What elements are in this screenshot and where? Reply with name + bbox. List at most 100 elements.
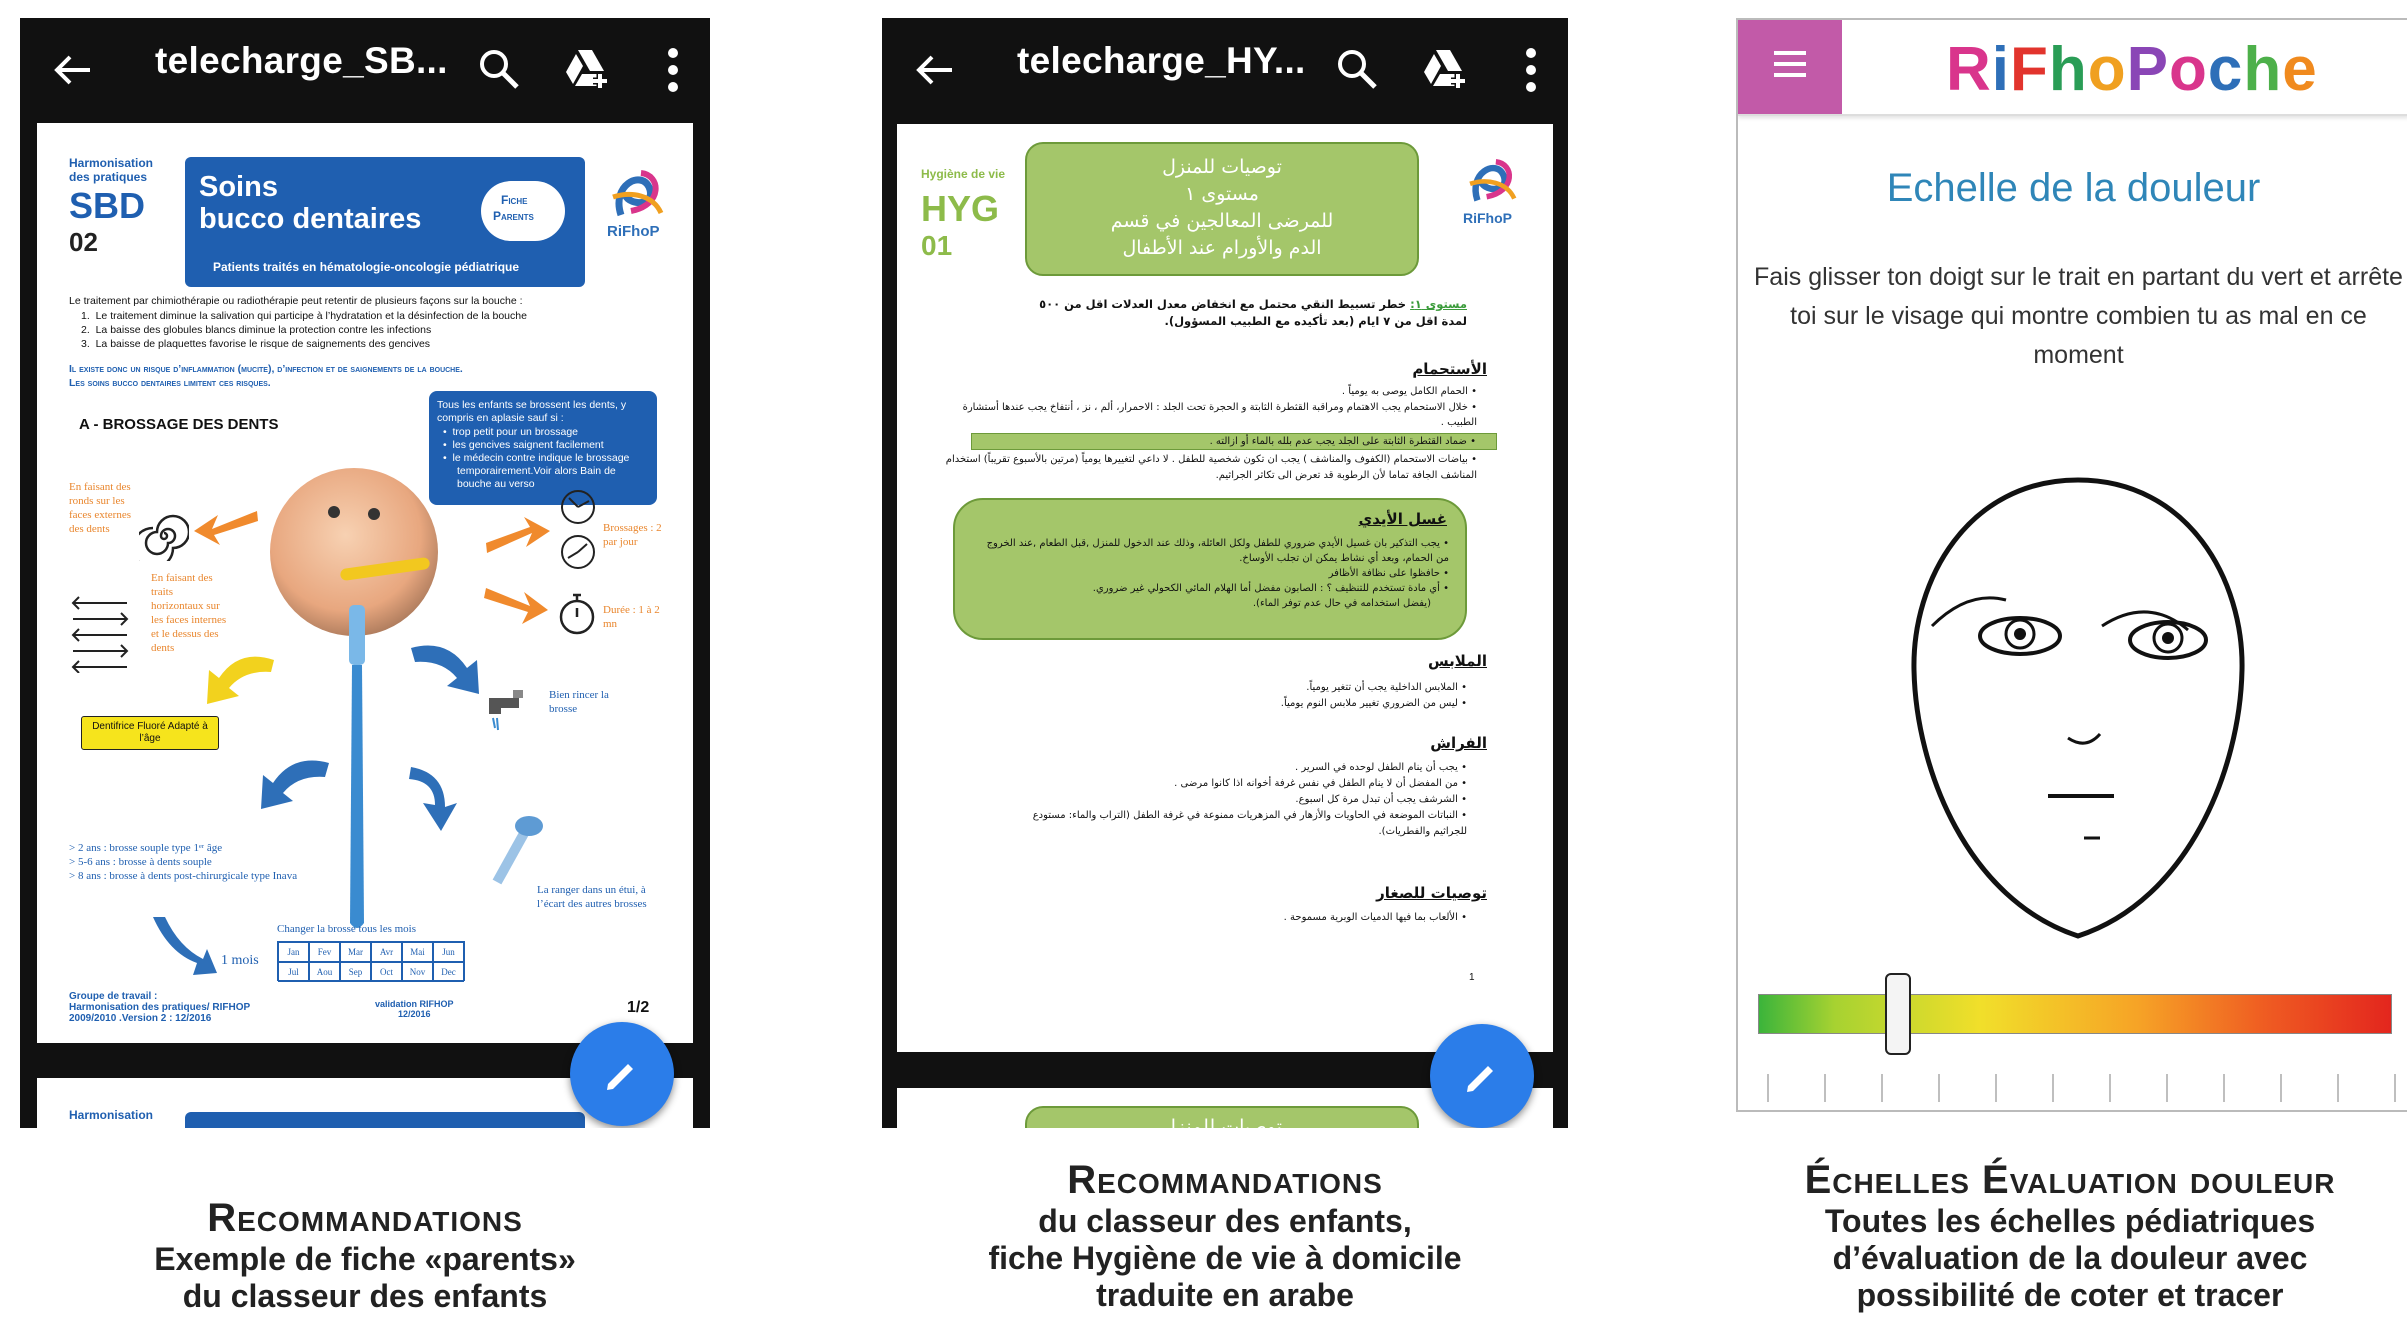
small-list: • الألعاب بما فيها الدميات الوبرية مسموح… (1283, 912, 1467, 923)
viewer-toolbar: telecharge_SB... (20, 18, 710, 122)
bath-item: خلال الاستحمام يجب الاهتمام ومراقبة القث… (962, 401, 1477, 429)
tip-rinse: Bien rincer la brosse (549, 689, 609, 715)
caption-line: Toutes les échelles pédiatriques (1824, 1203, 2316, 1239)
heading-clothes: الملابس (1427, 652, 1487, 670)
edit-fab[interactable] (1430, 1024, 1534, 1128)
rifhop-wordmark: RiFhoP (607, 223, 660, 240)
edit-fab[interactable] (570, 1022, 674, 1126)
caption-line: fiche Hygiène de vie à domicile (988, 1240, 1462, 1276)
viewer-toolbar: telecharge_HY... (882, 18, 1568, 122)
toothbrush-icon (349, 605, 365, 928)
hands-item: حافظوا على نظافة الأظافر (1328, 568, 1440, 579)
pencil-icon (1467, 1066, 1493, 1092)
pain-slider-track[interactable] (1758, 973, 2392, 1055)
age-list: > 2 ans : brosse souple type 1ᵉʳ âge > 5… (69, 841, 297, 883)
pain-slider-thumb[interactable] (1885, 973, 1912, 1055)
document-title: telecharge_HY... (1017, 40, 1306, 81)
tip-lines: En faisant des traits horizontaux sur le… (151, 572, 227, 654)
pencil-icon (607, 1064, 633, 1090)
month-cell: Sep (340, 962, 371, 982)
yellow-arrow-icon (207, 656, 274, 704)
back-arrow-icon[interactable] (912, 48, 956, 92)
bed-item: يجب أن ينام الطفل لوحده في السرير . (1295, 762, 1458, 773)
age-item: > 5-6 ans : brosse à dents souple (69, 856, 212, 868)
hands-item: يجب التذكير بان غسيل الأيدي ضروري للطفل … (986, 538, 1449, 564)
back-arrow-icon[interactable] (50, 48, 94, 92)
sheet-number: 01 (921, 230, 953, 261)
tip-frequency: Brossages : 2 par jour (603, 522, 662, 548)
rifhopoche-app: RiFhoPoche Echelle de la douleur Fais gl… (1736, 18, 2407, 1112)
parents-badge: Fiche Parents (481, 181, 565, 241)
scale-title: Echelle de la douleur (1886, 166, 2261, 210)
logo-letter: P (2126, 35, 2169, 104)
pdf-viewer-sbd: telecharge_SB... Harmonisation des prati… (20, 18, 710, 1128)
exception-item: le médecin contre indique le brossage te… (452, 452, 630, 490)
sheet-code: SBD (69, 185, 146, 226)
pdf-page-1[interactable]: Hygiène de vie HYG 01 توصيات للمنزل مستو… (897, 124, 1553, 1052)
pdf-page-1[interactable]: Harmonisation des pratiques SBD 02 Soins… (37, 123, 693, 1043)
logo-letter: c (2207, 35, 2244, 104)
hands-item: أي مادة تستخدم للتنظيف ؟ : الصابون مفضل … (1092, 583, 1440, 594)
caption-heading: Échelles Évaluation douleur (1804, 1158, 2336, 1202)
more-vert-icon[interactable] (1524, 46, 1538, 94)
next-page-series: Harmonisation (69, 1108, 154, 1122)
title-line-1: Soins (199, 171, 278, 203)
footer-group: Groupe de travail : Harmonisation des pr… (69, 991, 250, 1024)
search-icon[interactable] (478, 48, 520, 90)
level-text: خطر تسبيط النقي محتمل مع انخفاض معدل الع… (1039, 297, 1467, 328)
exception-head: Tous les enfants se brossent les dents, … (437, 399, 627, 424)
title-line-2: bucco dentaires (199, 203, 422, 235)
logo-letter: o (2087, 35, 2127, 104)
search-icon[interactable] (1336, 48, 1378, 90)
caption-3: Échelles Évaluation douleur Toutes les é… (1745, 1158, 2395, 1314)
exception-box: Tous les enfants se brossent les dents, … (429, 391, 657, 505)
month-cell: Jun (433, 942, 464, 962)
month-cell: Nov (402, 962, 433, 982)
age-item: > 8 ans : brosse à dents post-chirurgica… (69, 870, 298, 882)
clothes-item: الملابس الداخلية يجب أن تتغير يومياً. (1306, 682, 1458, 693)
heading-small-children: توصيات للصغار (1376, 884, 1487, 902)
logo-letter: h (2048, 35, 2088, 104)
month-cell: Oct (371, 962, 402, 982)
title-banner: توصيات للمنزل مستوى ١ للمرضى المعالجين ف… (1025, 142, 1419, 276)
validation-note: validation RIFHOP 12/2016 (375, 999, 454, 1019)
drive-add-icon[interactable] (1422, 46, 1468, 92)
hamburger-menu-icon (1774, 51, 1806, 77)
title-line: للمرضى المعالجين في قسم (1110, 210, 1334, 232)
tip-circles: En faisant des ronds sur les faces exter… (69, 481, 131, 535)
spiral-icon (139, 514, 189, 561)
intro-item: La baisse de plaquettes favorise le risq… (95, 338, 431, 350)
validation-line: 12/2016 (397, 1009, 431, 1019)
month-cell: Avr (371, 942, 402, 962)
page-number: 1/2 (627, 999, 650, 1016)
title-line: توصيات للمنزل (1162, 156, 1282, 178)
drive-add-icon[interactable] (564, 46, 610, 92)
warning-line-2: Les soins bucco dentaires limitent ces r… (69, 377, 271, 389)
slider-ticks (1767, 1074, 2396, 1102)
month-grid: Jan Fev Mar Avr Mai Jun Jul Aou Sep Oct Nov Dec (277, 941, 465, 982)
more-vert-icon[interactable] (666, 46, 680, 94)
caption-heading: Recommandations (1067, 1158, 1383, 1202)
next-page-title: توصيات للمنزل (1162, 1116, 1282, 1128)
orange-arrow-icon (486, 517, 550, 553)
orange-arrow-icon (194, 511, 258, 545)
rifhop-wordmark: RiFhoP (1463, 210, 1512, 226)
month-cell: Fev (309, 942, 340, 962)
age-item: > 2 ans : brosse souple type 1ᵉʳ âge (69, 842, 223, 854)
bed-item: من المفضل أن لا ينام الطفل في نفس غرفة أ… (1174, 778, 1458, 789)
document-title: telecharge_SB... (155, 40, 448, 81)
heading-bed: الفراش (1430, 734, 1487, 752)
banner-subtitle: Patients traités en hématologie-oncologi… (213, 260, 520, 274)
caption-line: possibilité de coter et tracer (1856, 1277, 2284, 1313)
bed-item: النباتات الموضعة في الحاويات والأزهار في… (1032, 810, 1467, 837)
two-clocks-icon (561, 490, 595, 569)
rifhop-logo-icon (1469, 158, 1517, 202)
series-label: Hygiène de vie (921, 167, 1006, 181)
hands-item: (يفضل استخدامه في حال عدم توفر الماء). (1252, 598, 1431, 609)
bath-list: • الحمام الكامل يوصى به يومياً . • خلال … (937, 384, 1497, 483)
exception-item: trop petit pour un brossage (452, 426, 579, 438)
caption-heading: Recommandations (207, 1196, 523, 1240)
menu-button[interactable] (1738, 20, 1842, 114)
sheet-number: 02 (69, 227, 98, 257)
sheet-code: HYG (921, 188, 1000, 229)
